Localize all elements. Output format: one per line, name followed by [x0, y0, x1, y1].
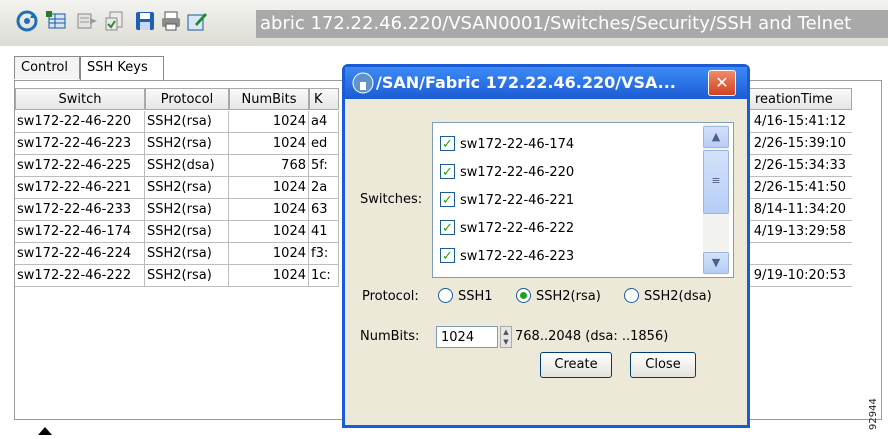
column-header-numbits[interactable]: NumBits — [229, 88, 309, 110]
column-header-key[interactable]: K — [309, 88, 339, 110]
table-cell-protocol: SSH2(dsa) — [145, 155, 229, 177]
table-cell-key: 1c: — [309, 265, 339, 287]
table-cell-creation-time: 2/26-15:39:10 — [748, 133, 852, 155]
table-cell-numbits: 1024 — [229, 177, 309, 199]
table-cell-creation-time: 8/14-11:34:20 — [748, 199, 852, 221]
table-cell-numbits: 1024 — [229, 265, 309, 287]
table-cell-switch: sw172-22-46-174 — [15, 221, 145, 243]
table-cell-creation-time: 4/16-15:41:12 — [748, 111, 852, 133]
numbits-range: 768..2048 (dsa: ..1856) — [515, 329, 669, 344]
print-icon[interactable] — [160, 10, 182, 32]
protocol-label: Protocol: — [362, 289, 419, 304]
save-icon[interactable] — [134, 10, 156, 32]
numbits-input[interactable]: 1024 — [436, 326, 498, 348]
switch-checkbox-item[interactable]: sw172-22-46-174 — [440, 133, 574, 157]
checkbox-checked-icon[interactable] — [440, 161, 455, 185]
radio-ssh2-rsa[interactable]: SSH2(rsa) — [516, 287, 601, 307]
checkbox-checked-icon[interactable] — [440, 245, 455, 269]
table-cell-key: 5f: — [309, 155, 339, 177]
switch-name: sw172-22-46-174 — [460, 137, 575, 152]
switch-checkbox-item[interactable]: sw172-22-46-222 — [440, 217, 574, 241]
table-cell-protocol: SSH2(rsa) — [145, 243, 229, 265]
radio-label: SSH1 — [458, 289, 493, 304]
scroll-thumb[interactable]: ≡ — [703, 150, 729, 214]
switch-checkbox-item[interactable]: sw172-22-46-223 — [440, 245, 574, 269]
close-icon[interactable]: ✕ — [708, 70, 736, 96]
app-icon — [352, 72, 374, 94]
dialog-title: /SAN/Fabric 172.22.46.220/VSA... — [376, 73, 676, 92]
resize-handle-icon[interactable] — [38, 424, 52, 435]
table-cell-creation-time — [748, 243, 852, 265]
table-cell-key: 63 — [309, 199, 339, 221]
figure-watermark: 92944 — [868, 398, 879, 430]
table-cell-creation-time: 2/26-15:34:33 — [748, 155, 852, 177]
switch-checkbox-item[interactable]: sw172-22-46-220 — [440, 161, 574, 185]
table-cell-numbits: 1024 — [229, 199, 309, 221]
column-header-protocol[interactable]: Protocol — [145, 88, 229, 110]
table-cell-creation-time: 4/19-13:29:58 — [748, 221, 852, 243]
edit-icon[interactable] — [186, 10, 208, 32]
table-cell-protocol: SSH2(rsa) — [145, 133, 229, 155]
table-cell-switch: sw172-22-46-233 — [15, 199, 145, 221]
tab-control[interactable]: Control — [14, 56, 80, 79]
radio-label: SSH2(dsa) — [644, 289, 712, 304]
apply-icon[interactable] — [104, 10, 126, 32]
switch-name: sw172-22-46-223 — [460, 249, 575, 264]
table-cell-switch: sw172-22-46-221 — [15, 177, 145, 199]
table-cell-numbits: 1024 — [229, 111, 309, 133]
switch-checkbox-item[interactable]: sw172-22-46-221 — [440, 189, 574, 213]
table-cell-protocol: SSH2(rsa) — [145, 265, 229, 287]
table-icon[interactable] — [46, 10, 68, 32]
table-cell-key: f3: — [309, 243, 339, 265]
radio-circle-icon — [624, 288, 639, 303]
table-cell-numbits: 1024 — [229, 133, 309, 155]
table-cell-switch: sw172-22-46-220 — [15, 111, 145, 133]
table-cell-numbits: 1024 — [229, 243, 309, 265]
scroll-up-icon[interactable]: ▲ — [703, 126, 729, 148]
switch-name: sw172-22-46-222 — [460, 221, 575, 236]
table-cell-switch: sw172-22-46-224 — [15, 243, 145, 265]
refresh-icon[interactable] — [16, 10, 38, 32]
table-cell-key: 41 — [309, 221, 339, 243]
close-button[interactable]: Close — [630, 352, 696, 378]
radio-ssh2-dsa[interactable]: SSH2(dsa) — [624, 287, 712, 307]
table-cell-switch: sw172-22-46-222 — [15, 265, 145, 287]
table-cell-creation-time: 2/26-15:41:50 — [748, 177, 852, 199]
tab-ssh-keys[interactable]: SSH Keys — [80, 56, 164, 80]
numbits-label: NumBits: — [360, 329, 420, 344]
table-cell-numbits: 768 — [229, 155, 309, 177]
checkbox-checked-icon[interactable] — [440, 189, 455, 213]
radio-ssh1[interactable]: SSH1 — [438, 287, 493, 307]
switches-label: Switches: — [360, 192, 423, 207]
navigation-path: abric 172.22.46.220/VSAN0001/Switches/Se… — [256, 10, 888, 38]
table-cell-switch: sw172-22-46-225 — [15, 155, 145, 177]
table-cell-protocol: SSH2(rsa) — [145, 199, 229, 221]
numbits-spinner[interactable]: ▲ ▼ — [500, 326, 512, 348]
table-cell-key: 2a — [309, 177, 339, 199]
table-cell-key: ed — [309, 133, 339, 155]
table-cell-creation-time: 9/19-10:20:53 — [748, 265, 852, 287]
switch-name: sw172-22-46-221 — [460, 193, 575, 208]
radio-label: SSH2(rsa) — [536, 289, 601, 304]
column-header-creation-time[interactable]: reationTime — [748, 88, 852, 110]
table-cell-protocol: SSH2(rsa) — [145, 221, 229, 243]
radio-circle-icon — [438, 288, 453, 303]
export-icon[interactable] — [76, 10, 98, 32]
switch-name: sw172-22-46-220 — [460, 165, 575, 180]
radio-selected-icon — [516, 288, 531, 303]
checkbox-checked-icon[interactable] — [440, 133, 455, 157]
table-cell-switch: sw172-22-46-223 — [15, 133, 145, 155]
scroll-down-icon[interactable]: ▼ — [703, 252, 729, 274]
switches-scrollbar[interactable]: ▲ ≡ ▼ — [703, 124, 729, 274]
table-cell-protocol: SSH2(rsa) — [145, 111, 229, 133]
table-cell-protocol: SSH2(rsa) — [145, 177, 229, 199]
table-cell-key: a4 — [309, 111, 339, 133]
checkbox-checked-icon[interactable] — [440, 217, 455, 241]
column-header-switch[interactable]: Switch — [15, 88, 145, 110]
create-button[interactable]: Create — [540, 352, 612, 378]
table-cell-numbits: 1024 — [229, 221, 309, 243]
